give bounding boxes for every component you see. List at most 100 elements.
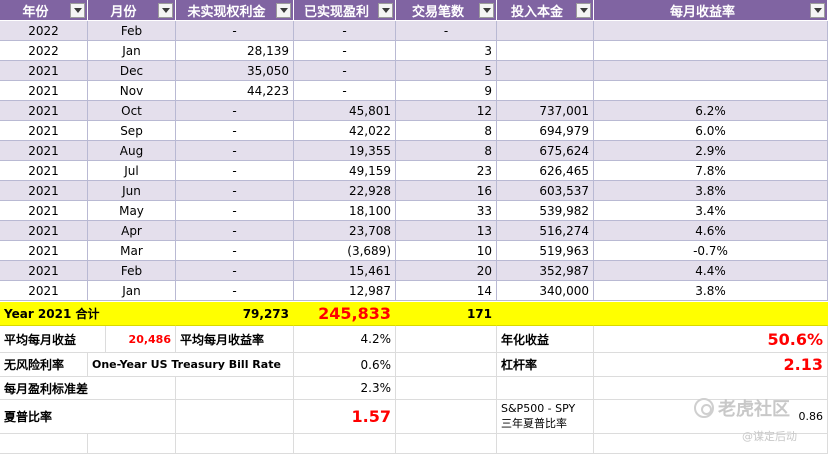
year-cell[interactable]: 2021 — [0, 81, 88, 101]
realized-cell[interactable]: (3,689) — [294, 241, 396, 261]
unrealized-cell[interactable]: - — [176, 161, 294, 181]
year-cell[interactable]: 2021 — [0, 221, 88, 241]
table-row[interactable]: 2022 Jan 28,139 - 3 — [0, 41, 828, 61]
rate-cell[interactable] — [594, 81, 828, 101]
unrealized-cell[interactable]: 28,139 — [176, 41, 294, 61]
total-unrealized[interactable]: 79,273 — [176, 302, 294, 326]
filter-dropdown-icon[interactable] — [378, 3, 393, 18]
table-row[interactable]: 2021 Nov 44,223 - 9 — [0, 81, 828, 101]
unrealized-cell[interactable]: 44,223 — [176, 81, 294, 101]
empty-cell[interactable] — [396, 326, 497, 353]
month-cell[interactable]: Aug — [88, 141, 176, 161]
table-row[interactable]: 2021 Apr - 23,708 13 516,274 4.6% — [0, 221, 828, 241]
year-cell[interactable]: 2021 — [0, 121, 88, 141]
month-cell[interactable]: Feb — [88, 21, 176, 41]
month-cell[interactable]: Jan — [88, 281, 176, 301]
month-cell[interactable]: Dec — [88, 61, 176, 81]
capital-cell[interactable] — [497, 21, 594, 41]
total-row[interactable]: Year 2021 合计 79,273 245,833 171 — [0, 302, 828, 326]
table-row[interactable]: 2021 Mar - (3,689) 10 519,963 -0.7% — [0, 241, 828, 261]
trades-cell[interactable]: 12 — [396, 101, 497, 121]
table-row[interactable]: 2021 Sep - 42,022 8 694,979 6.0% — [0, 121, 828, 141]
year-cell[interactable]: 2021 — [0, 181, 88, 201]
filter-dropdown-icon[interactable] — [576, 3, 591, 18]
empty-cell[interactable] — [396, 434, 497, 454]
header-unrealized[interactable]: 未实现权利金 — [176, 0, 294, 21]
header-realized[interactable]: 已实现盈利 — [294, 0, 396, 21]
month-cell[interactable]: Jun — [88, 181, 176, 201]
trades-cell[interactable]: 13 — [396, 221, 497, 241]
table-row[interactable]: 2021 Dec 35,050 - 5 — [0, 61, 828, 81]
leverage-value[interactable]: 2.13 — [594, 353, 828, 377]
realized-cell[interactable]: 42,022 — [294, 121, 396, 141]
trades-cell[interactable]: 8 — [396, 141, 497, 161]
total-label[interactable]: Year 2021 合计 — [0, 302, 176, 326]
capital-cell[interactable]: 340,000 — [497, 281, 594, 301]
trades-cell[interactable]: 33 — [396, 201, 497, 221]
unrealized-cell[interactable]: - — [176, 121, 294, 141]
rate-cell[interactable]: 3.8% — [594, 181, 828, 201]
realized-cell[interactable]: 18,100 — [294, 201, 396, 221]
capital-cell[interactable]: 675,624 — [497, 141, 594, 161]
rate-cell[interactable]: -0.7% — [594, 241, 828, 261]
table-row[interactable]: 2021 Aug - 19,355 8 675,624 2.9% — [0, 141, 828, 161]
rate-cell[interactable]: 3.8% — [594, 281, 828, 301]
month-cell[interactable]: Apr — [88, 221, 176, 241]
year-cell[interactable]: 2021 — [0, 101, 88, 121]
realized-cell[interactable]: 23,708 — [294, 221, 396, 241]
sharpe-value[interactable]: 1.57 — [294, 400, 396, 434]
month-cell[interactable]: Oct — [88, 101, 176, 121]
header-rate[interactable]: 每月收益率 — [594, 0, 828, 21]
std-value[interactable]: 2.3% — [294, 377, 396, 400]
year-cell[interactable]: 2021 — [0, 201, 88, 221]
realized-cell[interactable]: 15,461 — [294, 261, 396, 281]
capital-cell[interactable] — [497, 41, 594, 61]
table-row[interactable]: 2021 Feb - 15,461 20 352,987 4.4% — [0, 261, 828, 281]
realized-cell[interactable]: - — [294, 41, 396, 61]
year-cell[interactable]: 2021 — [0, 261, 88, 281]
rate-cell[interactable] — [594, 61, 828, 81]
empty-cell[interactable] — [396, 400, 497, 434]
trades-cell[interactable]: 14 — [396, 281, 497, 301]
total-realized[interactable]: 245,833 — [294, 302, 396, 326]
trades-cell[interactable]: 10 — [396, 241, 497, 261]
capital-cell[interactable]: 626,465 — [497, 161, 594, 181]
month-cell[interactable]: Jul — [88, 161, 176, 181]
rate-cell[interactable]: 4.6% — [594, 221, 828, 241]
rate-cell[interactable]: 4.4% — [594, 261, 828, 281]
avg-income-value[interactable]: 20,486 — [106, 326, 176, 353]
trades-cell[interactable]: - — [396, 21, 497, 41]
unrealized-cell[interactable]: 35,050 — [176, 61, 294, 81]
unrealized-cell[interactable]: - — [176, 281, 294, 301]
empty-cell[interactable] — [396, 353, 497, 377]
filter-dropdown-icon[interactable] — [158, 3, 173, 18]
table-row[interactable]: 2022 Feb - - - — [0, 21, 828, 41]
header-year[interactable]: 年份 — [0, 0, 88, 21]
realized-cell[interactable]: 19,355 — [294, 141, 396, 161]
year-cell[interactable]: 2021 — [0, 281, 88, 301]
empty-cell[interactable] — [497, 377, 594, 400]
header-trades[interactable]: 交易笔数 — [396, 0, 497, 21]
month-cell[interactable]: Feb — [88, 261, 176, 281]
realized-cell[interactable]: - — [294, 21, 396, 41]
riskfree-value[interactable]: 0.6% — [294, 353, 396, 377]
rate-cell[interactable]: 6.2% — [594, 101, 828, 121]
realized-cell[interactable]: 12,987 — [294, 281, 396, 301]
total-rate[interactable] — [594, 302, 828, 326]
trades-cell[interactable]: 16 — [396, 181, 497, 201]
year-cell[interactable]: 2021 — [0, 241, 88, 261]
capital-cell[interactable]: 519,963 — [497, 241, 594, 261]
realized-cell[interactable]: 49,159 — [294, 161, 396, 181]
capital-cell[interactable] — [497, 81, 594, 101]
capital-cell[interactable]: 737,001 — [497, 101, 594, 121]
table-row[interactable]: 2021 Jan - 12,987 14 340,000 3.8% — [0, 281, 828, 301]
trades-cell[interactable]: 23 — [396, 161, 497, 181]
capital-cell[interactable]: 694,979 — [497, 121, 594, 141]
month-cell[interactable]: Sep — [88, 121, 176, 141]
trades-cell[interactable]: 9 — [396, 81, 497, 101]
unrealized-cell[interactable]: - — [176, 201, 294, 221]
capital-cell[interactable]: 516,274 — [497, 221, 594, 241]
filter-dropdown-icon[interactable] — [276, 3, 291, 18]
year-cell[interactable]: 2022 — [0, 41, 88, 61]
empty-cell[interactable] — [0, 434, 88, 454]
